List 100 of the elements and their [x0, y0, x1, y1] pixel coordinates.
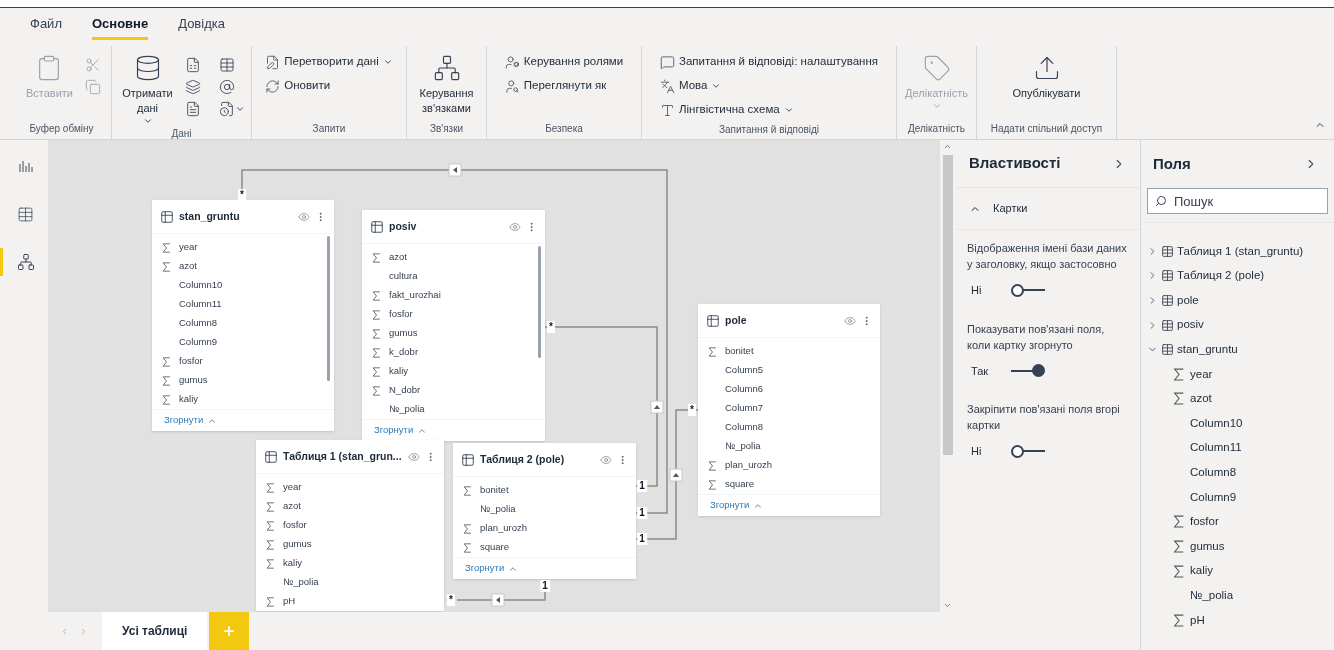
ribbon-tab[interactable]: Основне — [91, 13, 149, 40]
ribbon-button[interactable]: Запитання й відповіді: налаштування — [659, 50, 879, 74]
collapse-link[interactable]: Згорнути — [465, 561, 519, 576]
ribbon-tab[interactable]: Файл — [30, 13, 62, 40]
field-name[interactable]: cultura — [389, 269, 418, 284]
field-name[interactable]: №_polia — [725, 439, 761, 454]
section-header[interactable]: Картки — [955, 188, 1140, 230]
field-name[interactable]: Column8 — [725, 420, 764, 435]
search-field[interactable]: Пошук — [1147, 188, 1328, 214]
scroll-down-icon[interactable] — [943, 601, 952, 610]
table-icon — [1161, 343, 1174, 357]
field-name[interactable]: gumus — [1190, 537, 1225, 556]
field-name[interactable]: №_polia — [389, 402, 425, 417]
field-name[interactable]: fosfor — [179, 354, 203, 369]
field-name[interactable]: year — [179, 240, 198, 255]
relationship-line[interactable] — [241, 163, 668, 514]
table-card[interactable]: stan_gruntu year azot Column10 Column11 Column8 Column9 fosfor gumus kaliy Згорнути — [152, 200, 334, 431]
field-name[interactable]: plan_urozh — [480, 521, 527, 536]
scroll-right-icon[interactable] — [79, 626, 88, 636]
add-layout-button[interactable] — [209, 612, 250, 650]
ribbon-button[interactable]: Опублікувати — [1008, 50, 1085, 101]
field-name[interactable]: square — [725, 477, 755, 492]
field-name[interactable]: bonitet — [480, 483, 509, 498]
toggle-switch[interactable] — [1011, 283, 1045, 298]
field-name[interactable]: Column7 — [725, 401, 764, 416]
field-name[interactable]: Column11 — [179, 297, 222, 312]
field-name[interactable]: pH — [283, 594, 296, 609]
field-name[interactable]: kaliy — [179, 392, 198, 407]
scroll-up-icon[interactable] — [943, 142, 952, 151]
field-name[interactable]: azot — [1190, 390, 1212, 408]
ribbon-button[interactable]: Перетворити дані — [265, 50, 393, 74]
table-card[interactable]: posiv azot cultura fakt_urozhai fosfor gumus k_dobr kaliy N_dobr №_polia Згорнути — [362, 210, 545, 441]
field-tree-item[interactable]: posiv — [1147, 312, 1334, 338]
field-name[interactable]: Column9 — [179, 335, 218, 350]
field-name[interactable]: year — [283, 480, 302, 495]
eye-icon[interactable] — [509, 220, 521, 233]
scrollbar[interactable] — [538, 246, 541, 358]
toggle-switch[interactable] — [1011, 363, 1045, 378]
field-name[interactable]: k_dobr — [389, 345, 419, 360]
field-name[interactable]: gumus — [389, 326, 418, 341]
plus-icon — [222, 624, 237, 638]
ribbon-button[interactable]: Оновити — [265, 74, 393, 98]
relationship-line[interactable] — [456, 591, 546, 607]
field-name[interactable]: kaliy — [283, 556, 302, 571]
ribbon-button[interactable]: Керування зв'язками — [415, 50, 478, 116]
relationship-line[interactable] — [635, 409, 699, 540]
field-name[interactable]: Column9 — [1190, 488, 1237, 506]
collapse-link[interactable]: Згорнути — [374, 423, 428, 438]
field-tree-item[interactable]: stan_gruntu — [1147, 337, 1334, 362]
ribbon-button[interactable]: Переглянути як — [504, 74, 624, 98]
eye-icon[interactable] — [844, 314, 856, 327]
field-name[interactable]: Column10 — [1190, 414, 1243, 433]
field-tree-item[interactable]: pole — [1147, 288, 1334, 313]
field-name[interactable]: fakt_urozhai — [389, 288, 441, 303]
field-name[interactable]: kaliy — [389, 364, 408, 379]
field-name[interactable]: Column6 — [725, 382, 764, 397]
field-name[interactable]: bonitet — [725, 344, 754, 359]
document-pen-icon — [265, 54, 281, 70]
ribbon-button[interactable]: Лінгвістична схема — [659, 98, 879, 122]
model-canvas[interactable] — [48, 140, 940, 612]
collapse-link[interactable]: Згорнути — [164, 413, 218, 428]
eye-icon[interactable] — [298, 210, 310, 223]
field-tree-item[interactable]: Таблиця 1 (stan_gruntu) — [1147, 239, 1334, 264]
field-name[interactable]: square — [480, 540, 510, 555]
field-name[interactable]: pH — [1190, 611, 1205, 629]
field-name[interactable]: gumus — [179, 373, 208, 388]
field-name[interactable]: gumus — [283, 537, 312, 552]
ribbon-button[interactable]: Отримати дані — [118, 50, 177, 126]
field-name[interactable]: Column8 — [1190, 464, 1237, 482]
field-name[interactable]: year — [1190, 365, 1213, 383]
field-name[interactable]: №_polia — [480, 502, 516, 517]
field-name[interactable]: fosfor — [389, 307, 413, 322]
scroll-left-icon[interactable] — [60, 626, 69, 636]
field-name[interactable]: Column10 — [179, 278, 223, 293]
field-name[interactable]: Column11 — [1190, 439, 1242, 457]
field-name[interactable]: №_polia — [283, 575, 319, 590]
eye-icon[interactable] — [408, 450, 420, 463]
field-name[interactable]: plan_urozh — [725, 458, 772, 473]
collapse-link[interactable]: Згорнути — [710, 498, 764, 513]
ribbon-button[interactable]: Мова — [659, 74, 879, 98]
field-name[interactable]: azot — [389, 250, 407, 265]
table-card[interactable]: Таблиця 2 (pole) bonitet №_polia plan_urozh square Згорнути — [453, 443, 636, 579]
eye-icon[interactable] — [600, 453, 612, 466]
field-name[interactable]: №_polia — [1190, 587, 1234, 605]
ribbon-button[interactable]: Керування ролями — [504, 50, 624, 74]
field-name[interactable]: fosfor — [283, 518, 307, 533]
field-name[interactable]: N_dobr — [389, 383, 421, 398]
table-card[interactable]: pole bonitet Column5 Column6 Column7 Column8 №_polia plan_urozh square Згорнути — [698, 304, 880, 516]
field-name[interactable]: kaliy — [1190, 562, 1213, 580]
field-name[interactable]: azot — [179, 259, 197, 274]
field-name[interactable]: azot — [283, 499, 301, 514]
field-tree-item[interactable]: Таблиця 2 (pole) — [1147, 263, 1334, 289]
toggle-switch[interactable] — [1011, 444, 1045, 459]
field-name[interactable]: Column5 — [725, 363, 764, 378]
field-name[interactable]: fosfor — [1190, 513, 1219, 531]
layout-tab[interactable]: Усі таблиці — [102, 612, 208, 650]
scrollbar[interactable] — [327, 236, 330, 381]
ribbon-tab[interactable]: Довідка — [178, 13, 225, 40]
field-name[interactable]: Column8 — [179, 316, 218, 331]
table-card[interactable]: Таблиця 1 (stan_grun... year azot fosfor gumus kaliy №_polia pH — [256, 440, 444, 611]
